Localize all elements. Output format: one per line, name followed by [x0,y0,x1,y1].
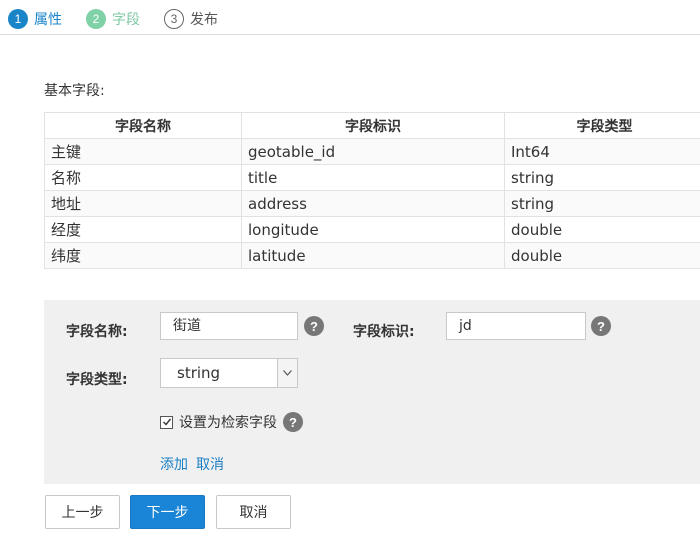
searchable-label: 设置为检索字段 [179,415,277,431]
step-label: 字段 [112,12,140,28]
cancel-field-link[interactable]: 取消 [196,454,224,474]
header-divider [0,34,700,35]
table-cell: geotable_id [241,138,505,165]
table-cell: 经度 [44,216,242,243]
question-circle-icon[interactable]: ? [304,316,324,336]
previous-step-button[interactable]: 上一步 [45,495,120,529]
searchable-option: 设置为检索字段 ? [160,412,303,432]
field-name-input[interactable]: 街道 [160,312,298,340]
table-cell: string [504,164,700,191]
cancel-button[interactable]: 取消 [216,495,291,529]
field-key-label: 字段标识: [353,324,415,340]
table-cell: address [241,190,505,217]
table-cell: title [241,164,505,191]
chevron-down-icon[interactable] [277,359,297,387]
field-key-input[interactable]: jd [446,312,586,340]
form-actions: 添加 取消 [160,454,224,474]
table-cell: 地址 [44,190,242,217]
table-cell: string [504,190,700,217]
add-field-panel: 字段名称: 街道 ? 字段标识: jd ? 字段类型: string 设置为检索… [44,300,700,484]
step-attributes[interactable]: 1 属性 [8,9,62,29]
question-circle-icon[interactable]: ? [283,412,303,432]
table-row: 纬度 latitude double [44,242,700,269]
column-header-key: 字段标识 [241,112,505,139]
step-indicator: 1 属性 2 字段 3 发布 [8,6,218,32]
table-cell: longitude [241,216,505,243]
checkmark-icon [162,418,171,426]
column-header-type: 字段类型 [504,112,700,139]
step-fields[interactable]: 2 字段 [86,9,140,29]
table-cell: latitude [241,242,505,269]
step-number: 1 [8,9,28,29]
add-field-link[interactable]: 添加 [160,454,188,474]
table-row: 主键 geotable_id Int64 [44,138,700,165]
section-title: 基本字段: [44,83,105,99]
question-circle-icon[interactable]: ? [591,316,611,336]
step-publish[interactable]: 3 发布 [164,9,218,29]
step-label: 发布 [190,12,218,28]
table-cell: double [504,216,700,243]
table-row: 经度 longitude double [44,216,700,243]
field-name-label: 字段名称: [66,324,128,340]
table-cell: 主键 [44,138,242,165]
table-cell: 纬度 [44,242,242,269]
basic-fields-table: 字段名称 字段标识 字段类型 主键 geotable_id Int64 名称 t… [44,112,700,269]
table-cell: double [504,242,700,269]
searchable-checkbox[interactable] [160,415,173,429]
field-type-select[interactable]: string [160,358,298,388]
next-step-button[interactable]: 下一步 [130,495,205,529]
step-number: 3 [164,9,184,29]
step-number: 2 [86,9,106,29]
column-header-name: 字段名称 [44,112,242,139]
table-row: 地址 address string [44,190,700,217]
table-cell: 名称 [44,164,242,191]
table-row: 名称 title string [44,164,700,191]
table-cell: Int64 [504,138,700,165]
step-label: 属性 [34,12,62,28]
table-header-row: 字段名称 字段标识 字段类型 [44,112,700,139]
field-type-value: string [177,364,221,382]
field-type-label: 字段类型: [66,372,128,388]
